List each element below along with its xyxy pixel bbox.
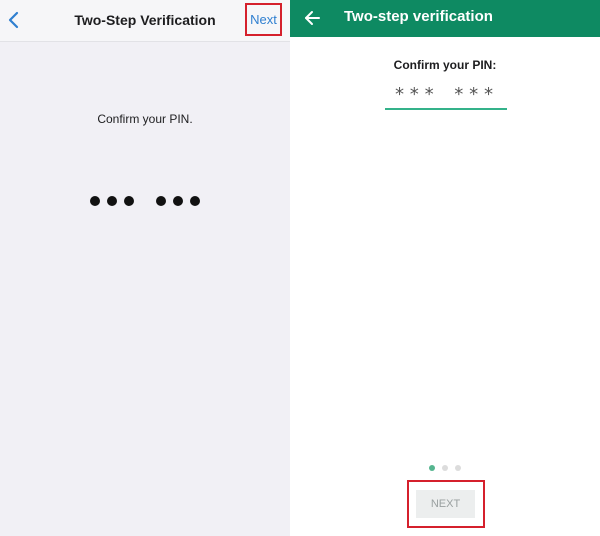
pin-dot [90, 196, 100, 206]
next-button[interactable]: NEXT [416, 490, 475, 518]
next-button[interactable]: Next [245, 3, 282, 36]
pin-dot [156, 196, 166, 206]
pin-dot [107, 196, 117, 206]
ios-screen: Two-Step Verification Next Confirm your … [0, 0, 290, 536]
page-indicator [290, 465, 600, 471]
pin-dots[interactable] [0, 196, 290, 206]
ios-nav-bar: Two-Step Verification Next [0, 0, 290, 42]
page-dot [442, 465, 448, 471]
arrow-left-icon[interactable] [302, 7, 324, 29]
android-screen: Two-step verification Confirm your PIN: … [290, 0, 600, 536]
confirm-pin-label: Confirm your PIN. [97, 112, 193, 126]
chevron-left-icon[interactable] [6, 10, 20, 30]
pin-dot [190, 196, 200, 206]
page-dot-active [429, 465, 435, 471]
android-app-bar: Two-step verification [290, 0, 600, 37]
pin-dot [124, 196, 134, 206]
page-dot [455, 465, 461, 471]
pin-input[interactable]: *** *** [385, 82, 507, 110]
pin-dot [173, 196, 183, 206]
confirm-pin-label: Confirm your PIN: [393, 58, 497, 72]
pin-dot-spacer [141, 196, 149, 206]
page-title: Two-step verification [344, 8, 493, 25]
